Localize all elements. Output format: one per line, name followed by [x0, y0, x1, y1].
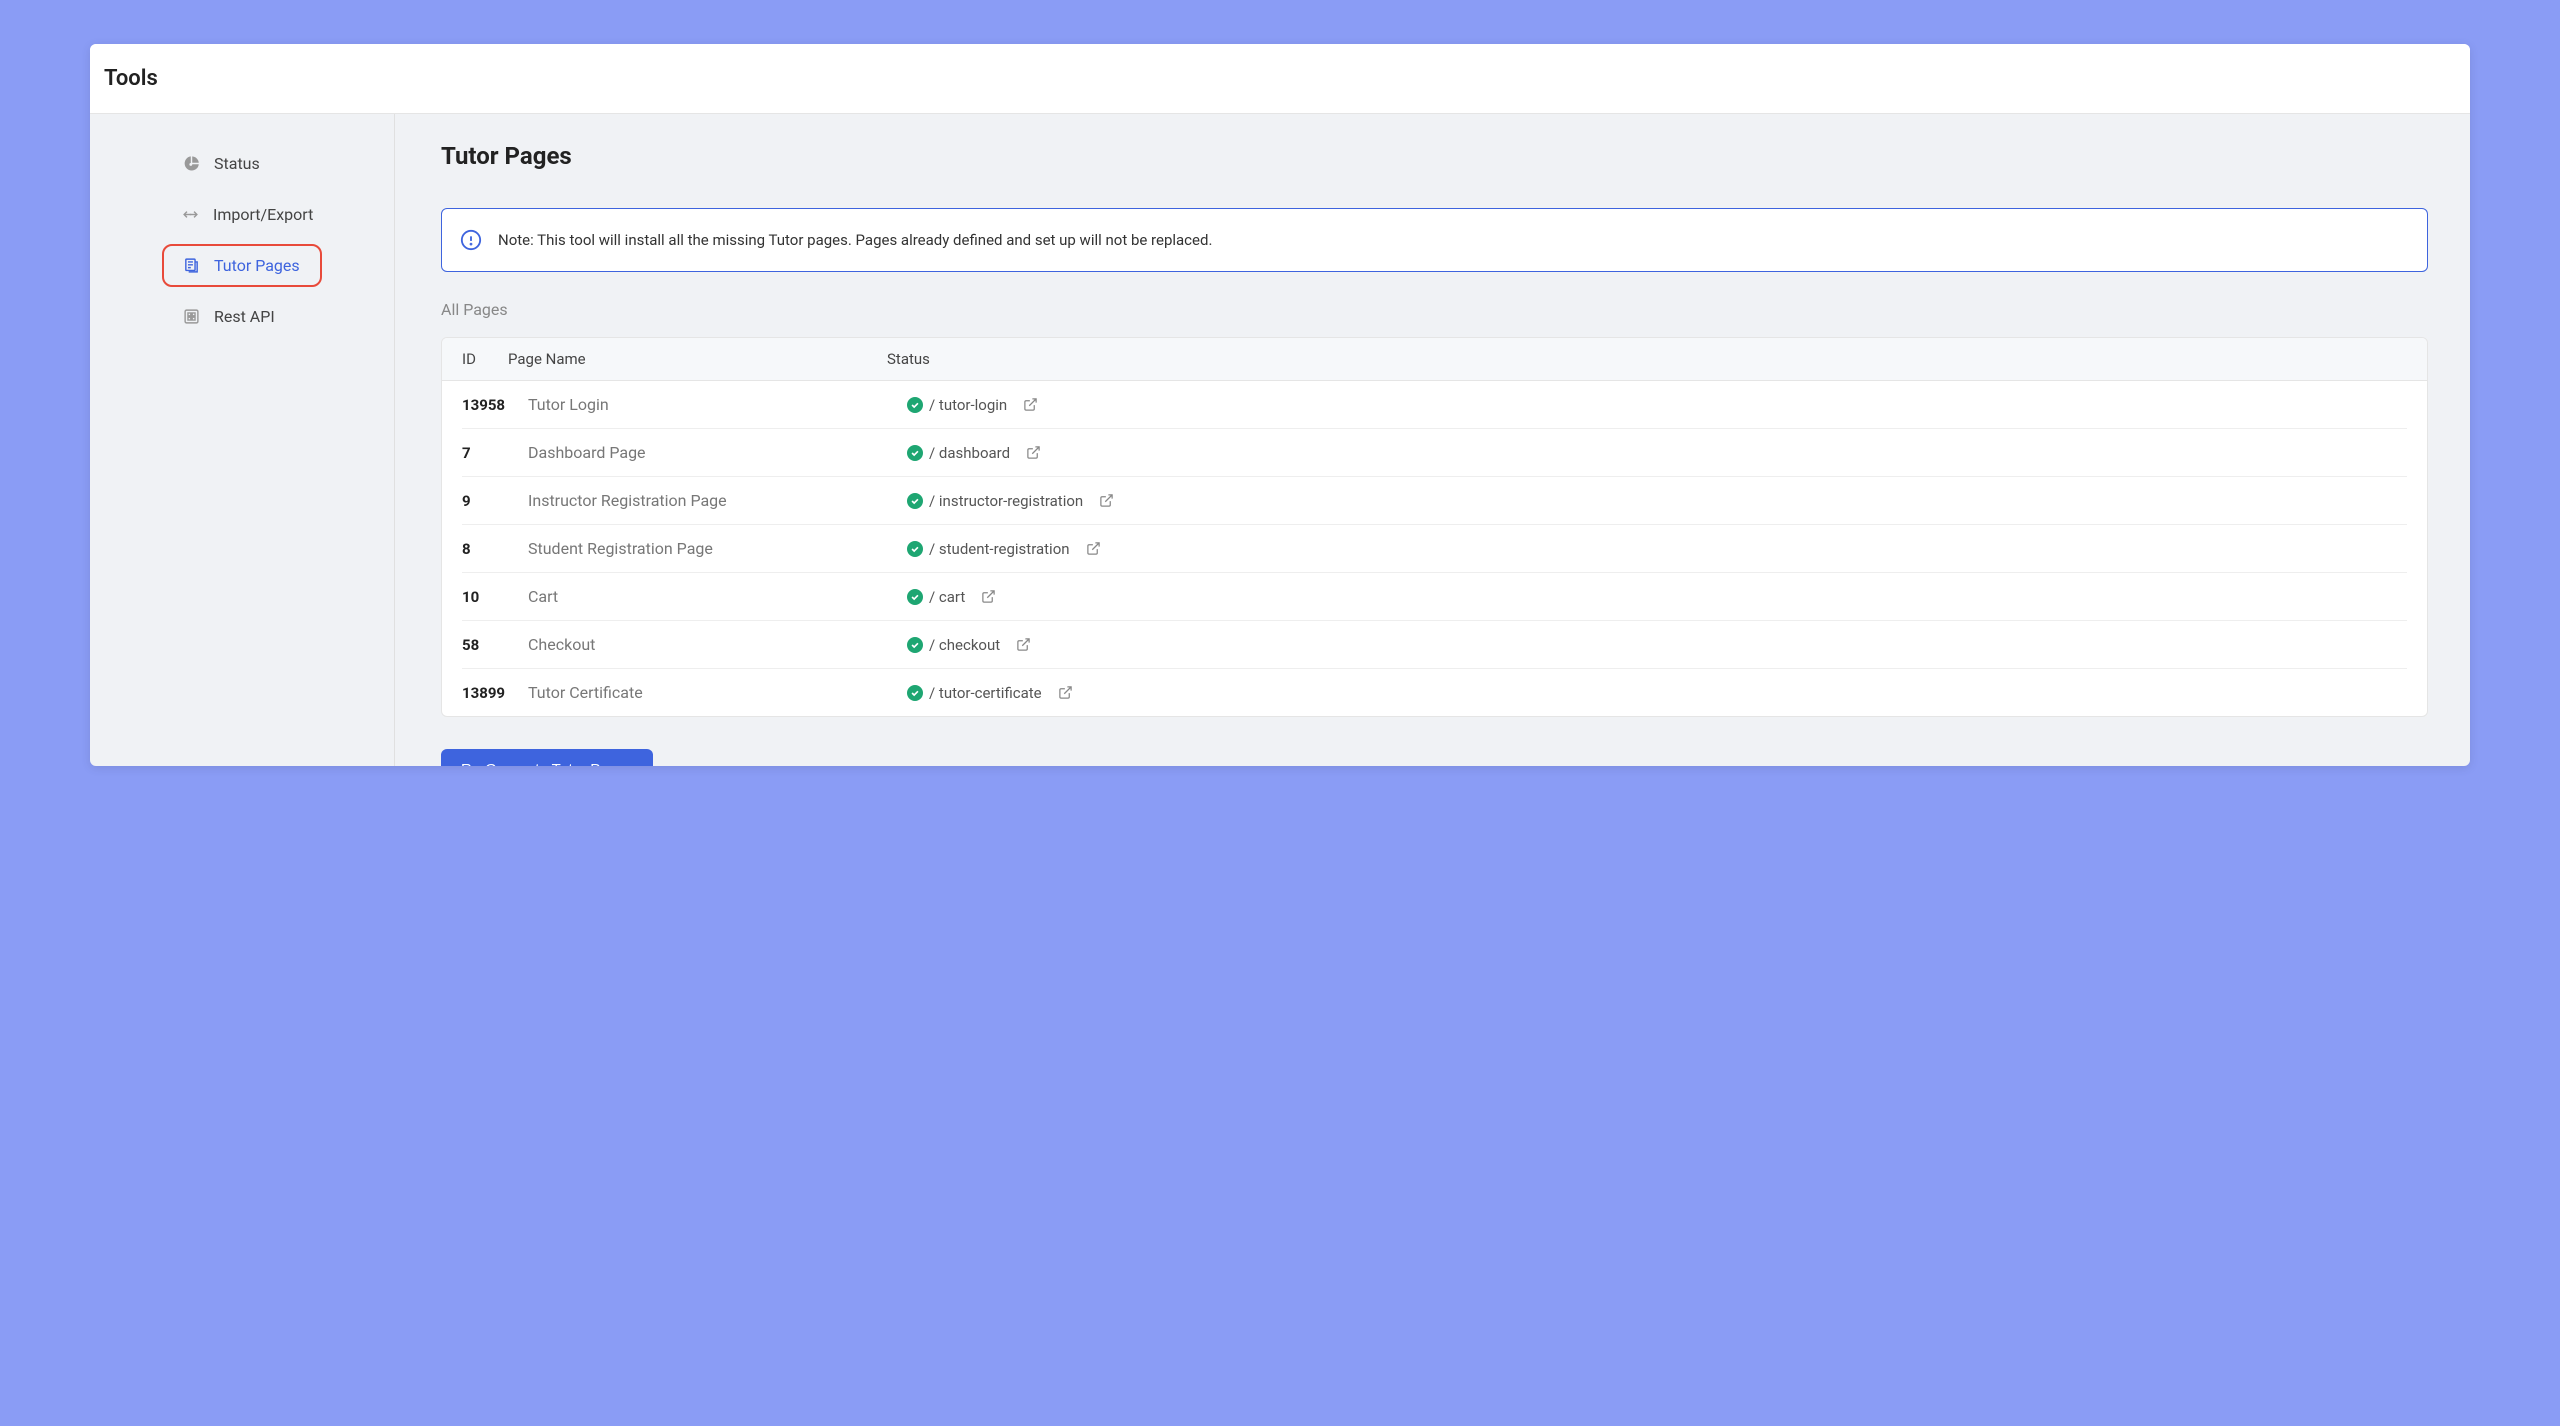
row-slug: / instructor-registration [929, 492, 1083, 510]
sidebar-item-rest-api[interactable]: Rest API [162, 295, 322, 338]
row-name: Student Registration Page [528, 539, 907, 558]
import-export-icon [182, 206, 199, 224]
header-status: Status [887, 350, 2427, 368]
table-row: 8 Student Registration Page / student-re… [462, 525, 2407, 573]
row-id: 58 [462, 636, 528, 654]
row-id: 7 [462, 444, 528, 462]
row-id: 13958 [462, 396, 528, 414]
check-icon [907, 397, 923, 413]
check-icon [907, 541, 923, 557]
check-icon [907, 445, 923, 461]
row-slug: / tutor-login [929, 396, 1007, 414]
table-row: 13899 Tutor Certificate / tutor-certific… [462, 669, 2407, 716]
row-id: 8 [462, 540, 528, 558]
app-container: Tools Status Import/Export [90, 44, 2470, 766]
check-icon [907, 589, 923, 605]
header-id: ID [442, 350, 508, 368]
row-slug: / student-registration [929, 540, 1070, 558]
api-icon [182, 308, 200, 326]
row-name: Dashboard Page [528, 443, 907, 462]
check-icon [907, 493, 923, 509]
sidebar-item-tutor-pages[interactable]: Tutor Pages [162, 244, 322, 287]
row-status: / cart [907, 588, 2407, 606]
check-icon [907, 637, 923, 653]
check-icon [907, 685, 923, 701]
row-status: / instructor-registration [907, 492, 2407, 510]
external-link-icon[interactable] [1026, 445, 1041, 460]
external-link-icon[interactable] [1023, 397, 1038, 412]
sidebar: Status Import/Export Tutor Pages [90, 114, 395, 766]
sidebar-item-label: Status [214, 154, 260, 173]
info-text: Note: This tool will install all the mis… [498, 231, 1212, 249]
row-status: / checkout [907, 636, 2407, 654]
sidebar-item-import-export[interactable]: Import/Export [162, 193, 322, 236]
external-link-icon[interactable] [1016, 637, 1031, 652]
row-status: / tutor-login [907, 396, 2407, 414]
header-page-name: Page Name [508, 350, 887, 368]
row-name: Checkout [528, 635, 907, 654]
page-title: Tools [104, 66, 2456, 91]
row-name: Instructor Registration Page [528, 491, 907, 510]
content-title: Tutor Pages [441, 142, 2428, 170]
main-layout: Status Import/Export Tutor Pages [90, 114, 2470, 766]
table-body: 13958 Tutor Login / tutor-login 7 Dashbo… [442, 381, 2427, 716]
row-id: 10 [462, 588, 528, 606]
table-row: 58 Checkout / checkout [462, 621, 2407, 669]
header: Tools [90, 44, 2470, 114]
row-status: / student-registration [907, 540, 2407, 558]
external-link-icon[interactable] [981, 589, 996, 604]
row-id: 13899 [462, 684, 528, 702]
row-slug: / checkout [929, 636, 1000, 654]
table-row: 7 Dashboard Page / dashboard [462, 429, 2407, 477]
pages-icon [182, 257, 200, 275]
sidebar-item-label: Tutor Pages [214, 256, 300, 275]
section-label: All Pages [441, 300, 2428, 319]
row-slug: / dashboard [929, 444, 1010, 462]
table-row: 13958 Tutor Login / tutor-login [462, 381, 2407, 429]
row-status: / dashboard [907, 444, 2407, 462]
external-link-icon[interactable] [1099, 493, 1114, 508]
content: Tutor Pages Note: This tool will install… [395, 114, 2470, 766]
pie-chart-icon [182, 155, 200, 173]
row-name: Tutor Login [528, 395, 907, 414]
row-status: / tutor-certificate [907, 684, 2407, 702]
external-link-icon[interactable] [1086, 541, 1101, 556]
sidebar-item-label: Import/Export [213, 205, 313, 224]
row-slug: / tutor-certificate [929, 684, 1042, 702]
external-link-icon[interactable] [1058, 685, 1073, 700]
sidebar-item-status[interactable]: Status [162, 142, 322, 185]
info-box: Note: This tool will install all the mis… [441, 208, 2428, 272]
row-slug: / cart [929, 588, 965, 606]
table-row: 9 Instructor Registration Page / instruc… [462, 477, 2407, 525]
table-row: 10 Cart / cart [462, 573, 2407, 621]
info-icon [460, 229, 482, 251]
row-id: 9 [462, 492, 528, 510]
row-name: Tutor Certificate [528, 683, 907, 702]
pages-table: ID Page Name Status 13958 Tutor Login / … [441, 337, 2428, 717]
row-name: Cart [528, 587, 907, 606]
sidebar-item-label: Rest API [214, 307, 275, 326]
table-header: ID Page Name Status [442, 338, 2427, 381]
regenerate-button[interactable]: Re-Generate Tutor Pages [441, 749, 653, 766]
